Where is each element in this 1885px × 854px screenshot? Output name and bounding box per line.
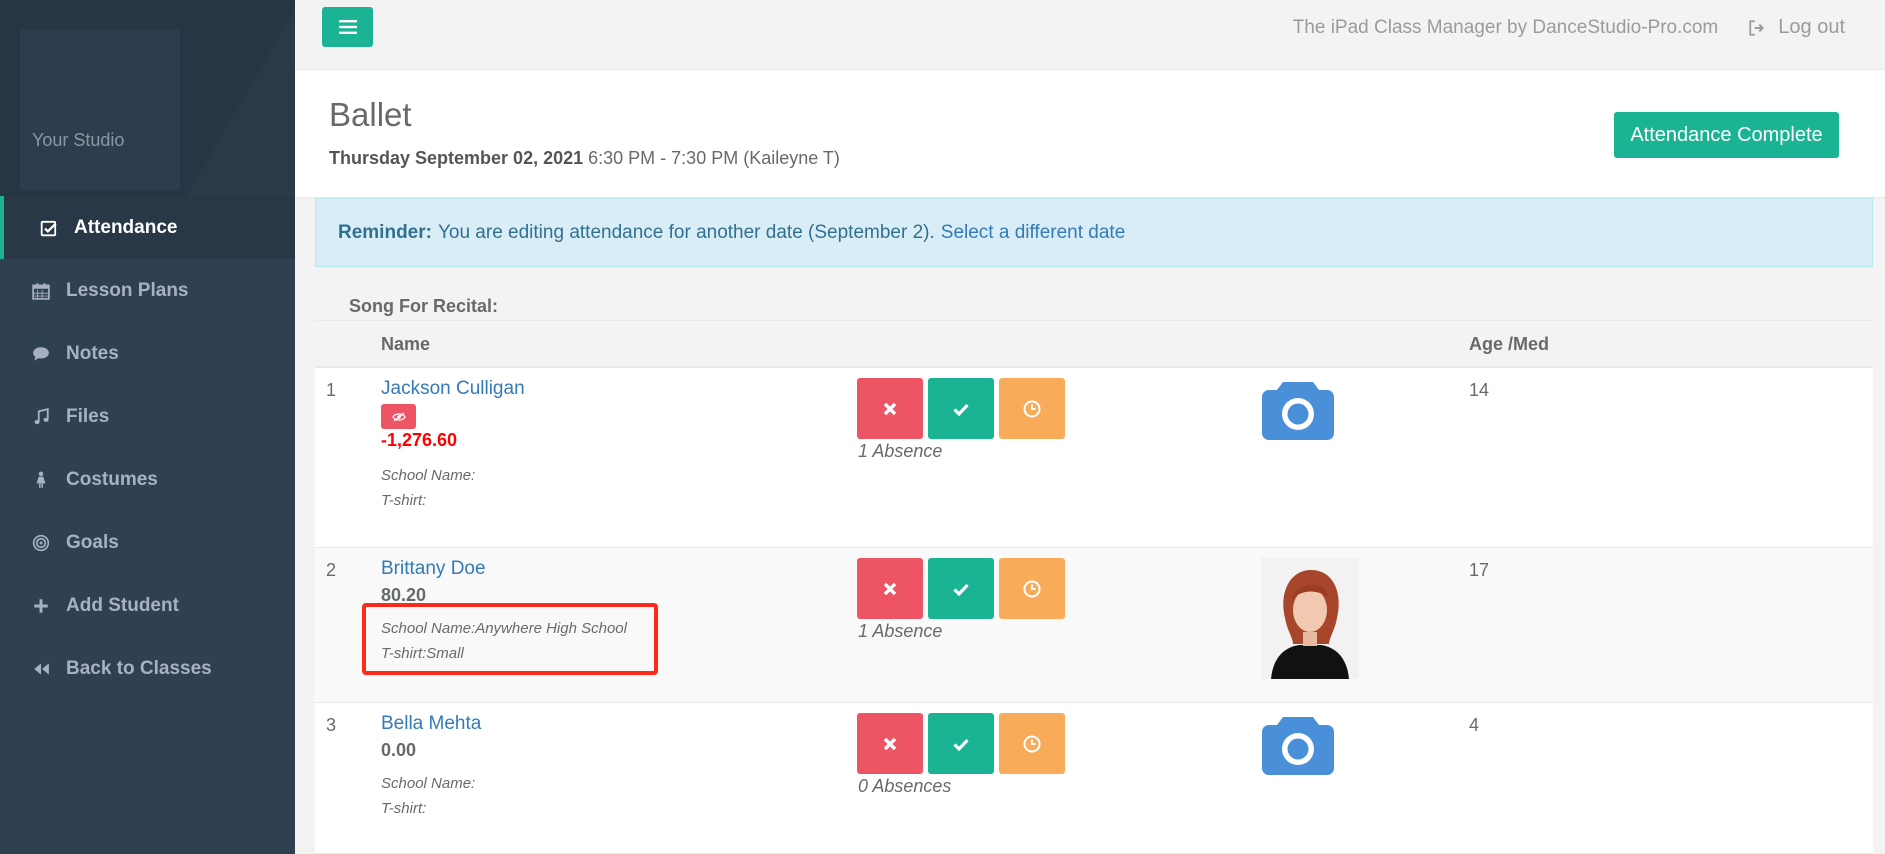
clock-icon xyxy=(1023,400,1041,417)
student-balance: 0.00 xyxy=(381,740,417,760)
reminder-label: Reminder: xyxy=(338,221,432,243)
sidebar-item-files[interactable]: Files xyxy=(0,385,295,448)
sidebar-item-label: Add Student xyxy=(66,594,179,616)
tshirt-size: T-shirt: xyxy=(381,800,427,817)
mark-present-button[interactable] xyxy=(928,378,994,439)
studio-name: Your Studio xyxy=(32,130,125,150)
page-title: Ballet xyxy=(329,96,412,133)
hamburger-icon xyxy=(338,20,357,34)
sidebar-item-costumes[interactable]: Costumes xyxy=(0,448,295,511)
reminder-text: You are editing attendance for another d… xyxy=(437,221,935,243)
view-badge[interactable] xyxy=(381,404,416,429)
eye-icon xyxy=(391,412,406,421)
sidebar-item-back-to-classes[interactable]: Back to Classes xyxy=(0,637,295,700)
mark-late-button[interactable] xyxy=(999,713,1065,774)
class-date: Thursday September 02, 2021 xyxy=(329,148,584,168)
comment-icon xyxy=(30,343,52,365)
logout-label: Log out xyxy=(1778,16,1845,38)
sidebar-item-label: Costumes xyxy=(66,468,158,490)
table-row: 3 Bella Mehta 0.00 School Name: T-shirt:… xyxy=(315,703,1873,854)
sidebar-item-lesson-plans[interactable]: Lesson Plans xyxy=(0,259,295,322)
times-icon xyxy=(883,582,897,595)
calendar-icon xyxy=(30,280,52,302)
top-navbar: The iPad Class Manager by DanceStudio-Pr… xyxy=(295,0,1885,70)
sidebar-item-label: Goals xyxy=(66,531,119,553)
student-info: School Name: T-shirt: xyxy=(381,771,475,821)
student-age: 4 xyxy=(1469,715,1480,735)
student-age: 14 xyxy=(1469,380,1490,400)
sidebar-item-add-student[interactable]: Add Student xyxy=(0,574,295,637)
student-age: 17 xyxy=(1469,560,1490,580)
times-icon xyxy=(883,737,897,750)
mark-absent-button[interactable] xyxy=(857,378,923,439)
sidebar-item-goals[interactable]: Goals xyxy=(0,511,295,574)
class-time: 6:30 PM - 7:30 PM (Kaileyne T) xyxy=(588,148,840,168)
camera-icon[interactable] xyxy=(1261,376,1335,440)
clock-icon xyxy=(1023,735,1041,752)
sidebar-item-label: Back to Classes xyxy=(66,657,212,679)
sidebar: Your Studio Attendance Lesson Plans Note… xyxy=(0,0,295,854)
reminder-alert: Reminder: You are editing attendance for… xyxy=(315,198,1873,267)
music-icon xyxy=(30,406,52,428)
female-icon xyxy=(30,469,52,491)
table-header: Name Age /Med xyxy=(315,320,1873,368)
check-icon xyxy=(953,738,969,751)
student-info: School Name: T-shirt: xyxy=(381,463,475,513)
student-photo[interactable] xyxy=(1261,558,1359,679)
times-icon xyxy=(883,402,897,415)
table-row: 2 Brittany Doe 80.20 School Name:Anywher… xyxy=(315,548,1873,703)
name-column-header: Name xyxy=(381,334,431,354)
sidebar-item-label: Files xyxy=(66,405,110,427)
school-name: School Name: xyxy=(381,467,476,484)
page-header: Ballet Thursday September 02, 2021 6:30 … xyxy=(295,70,1885,198)
row-number: 2 xyxy=(326,560,337,580)
mark-present-button[interactable] xyxy=(928,558,994,619)
camera-icon[interactable] xyxy=(1261,711,1335,775)
school-name: School Name: xyxy=(381,775,476,792)
attendance-buttons xyxy=(857,558,1065,619)
absence-count: 0 Absences xyxy=(858,776,952,796)
menu-toggle-button[interactable] xyxy=(322,7,373,47)
mark-absent-button[interactable] xyxy=(857,558,923,619)
backward-icon xyxy=(30,658,52,680)
song-label: Song For Recital: xyxy=(349,296,499,316)
sidebar-item-label: Attendance xyxy=(74,216,178,238)
age-column-header: Age /Med xyxy=(1469,334,1550,354)
sign-out-icon xyxy=(1749,19,1765,36)
sidebar-header: Your Studio xyxy=(0,0,295,196)
mark-late-button[interactable] xyxy=(999,558,1065,619)
sidebar-item-attendance[interactable]: Attendance xyxy=(0,196,295,259)
brand-text: The iPad Class Manager by DanceStudio-Pr… xyxy=(1292,16,1719,38)
logout-link[interactable]: Log out xyxy=(1748,16,1845,39)
student-balance: -1,276.60 xyxy=(381,430,458,450)
table-row: 1 Jackson Culligan -1,276.60 School Name… xyxy=(315,368,1873,548)
absence-count: 1 Absence xyxy=(858,441,943,461)
target-icon xyxy=(30,532,52,554)
student-name-link[interactable]: Brittany Doe xyxy=(381,558,486,580)
check-icon xyxy=(953,403,969,416)
highlight-box xyxy=(362,603,658,675)
plus-icon xyxy=(30,595,52,617)
student-name-link[interactable]: Bella Mehta xyxy=(381,713,481,735)
mark-present-button[interactable] xyxy=(928,713,994,774)
student-name-link[interactable]: Jackson Culligan xyxy=(381,378,525,400)
select-date-link[interactable]: Select a different date xyxy=(941,222,1126,244)
attendance-complete-button[interactable]: Attendance Complete xyxy=(1614,112,1839,158)
clock-icon xyxy=(1023,580,1041,597)
tshirt-size: T-shirt: xyxy=(381,492,427,509)
row-number: 1 xyxy=(326,380,337,400)
check-icon xyxy=(953,583,969,596)
mark-late-button[interactable] xyxy=(999,378,1065,439)
check-square-icon xyxy=(38,217,60,239)
sidebar-item-notes[interactable]: Notes xyxy=(0,322,295,385)
absence-count: 1 Absence xyxy=(858,621,943,641)
mark-absent-button[interactable] xyxy=(857,713,923,774)
sidebar-item-label: Lesson Plans xyxy=(66,279,189,301)
attendance-table: Song For Recital: Name Age /Med 1 Jackso… xyxy=(315,290,1873,854)
attendance-buttons xyxy=(857,713,1065,774)
attendance-buttons xyxy=(857,378,1065,439)
class-schedule: Thursday September 02, 2021 6:30 PM - 7:… xyxy=(329,148,840,169)
row-number: 3 xyxy=(326,715,337,735)
sidebar-item-label: Notes xyxy=(66,342,119,364)
